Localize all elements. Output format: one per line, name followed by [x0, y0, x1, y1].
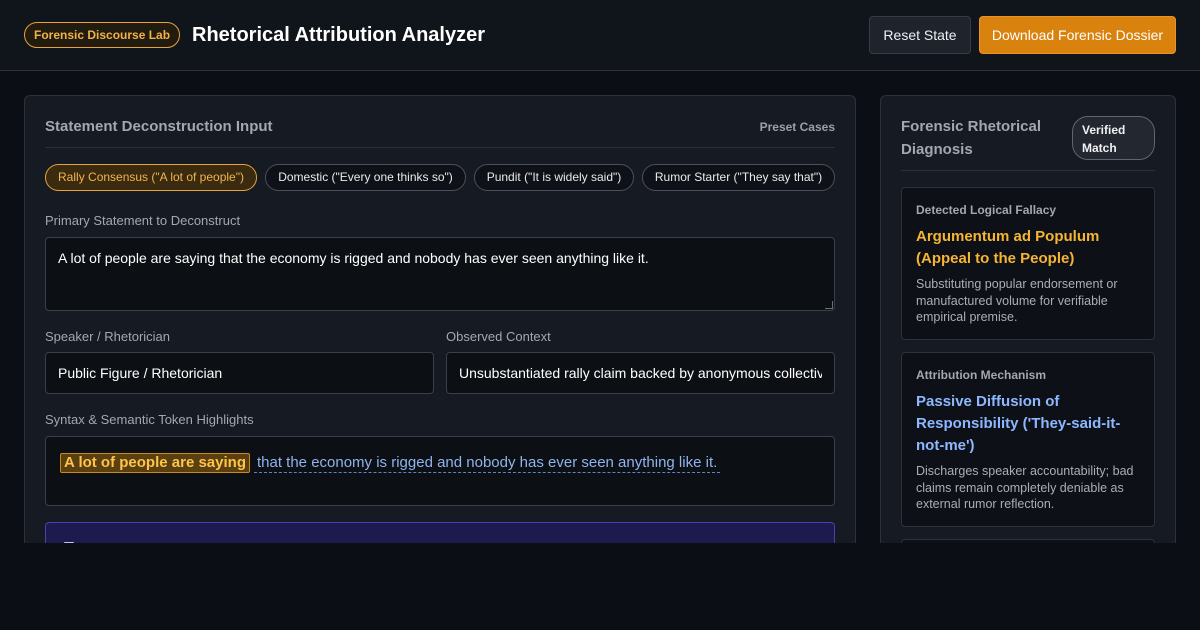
statement-input-panel: Statement Deconstruction Input Preset Ca…	[24, 95, 856, 543]
download-dossier-button[interactable]: Download Forensic Dossier	[979, 16, 1176, 54]
input-panel-title: Statement Deconstruction Input	[45, 118, 273, 135]
token-highlights-box: A lot of people are saying that the econo…	[45, 436, 835, 506]
preset-chip-rally-consensus[interactable]: Rally Consensus ("A lot of people")	[45, 164, 257, 191]
speaker-label: Speaker / Rhetorician	[45, 329, 171, 344]
app-header: Forensic Discourse Lab Rhetorical Attrib…	[0, 0, 1200, 71]
fallacy-card: Detected Logical Fallacy Argumentum ad P…	[901, 187, 1155, 340]
callout-icon	[64, 542, 74, 543]
main-content: Statement Deconstruction Input Preset Ca…	[0, 71, 1200, 543]
preset-chip-domestic[interactable]: Domestic ("Every one thinks so")	[265, 164, 466, 191]
fallacy-heading: Argumentum ad Populum (Appeal to the Peo…	[916, 228, 1100, 267]
attribution-card: Attribution Mechanism Passive Diffusion …	[901, 352, 1155, 527]
verified-match-badge: Verified Match	[1072, 116, 1155, 160]
app-title: Rhetorical Attribution Analyzer	[192, 24, 485, 46]
diagnosis-panel: Forensic Rhetorical Diagnosis Verified M…	[880, 95, 1176, 543]
statement-textarea[interactable]	[45, 237, 835, 311]
speaker-input[interactable]	[45, 352, 434, 394]
preset-cases-label: Preset Cases	[759, 120, 835, 134]
reset-state-button[interactable]: Reset State	[869, 16, 971, 54]
fallacy-description: Substituting popular endorsement or manu…	[916, 277, 1118, 324]
token-highlighted-phrase: A lot of people are saying	[60, 453, 250, 473]
token-highlights-label: Syntax & Semantic Token Highlights	[45, 412, 254, 427]
attribution-heading: Passive Diffusion of Responsibility ('Th…	[916, 393, 1121, 454]
preset-chip-rumor-starter[interactable]: Rumor Starter ("They say that")	[642, 164, 835, 191]
preset-chip-pundit[interactable]: Pundit ("It is widely said")	[474, 164, 634, 191]
context-label: Observed Context	[446, 329, 551, 344]
next-diagnosis-card	[901, 539, 1155, 543]
attribution-kicker: Attribution Mechanism	[916, 368, 1047, 382]
diagnosis-panel-divider	[901, 170, 1155, 171]
attribution-description: Discharges speaker accountability; bad c…	[916, 464, 1134, 511]
lab-badge: Forensic Discourse Lab	[24, 22, 181, 48]
diagnosis-panel-title: Forensic Rhetorical Diagnosis	[901, 118, 1042, 158]
statement-label: Primary Statement to Deconstruct	[45, 213, 241, 228]
context-input[interactable]	[446, 352, 835, 394]
token-remaining-phrase: that the economy is rigged and nobody ha…	[253, 454, 721, 473]
fallacy-kicker: Detected Logical Fallacy	[916, 203, 1057, 217]
analysis-callout	[45, 522, 835, 543]
textarea-resize-handle[interactable]	[825, 301, 833, 309]
input-panel-divider	[45, 147, 835, 148]
